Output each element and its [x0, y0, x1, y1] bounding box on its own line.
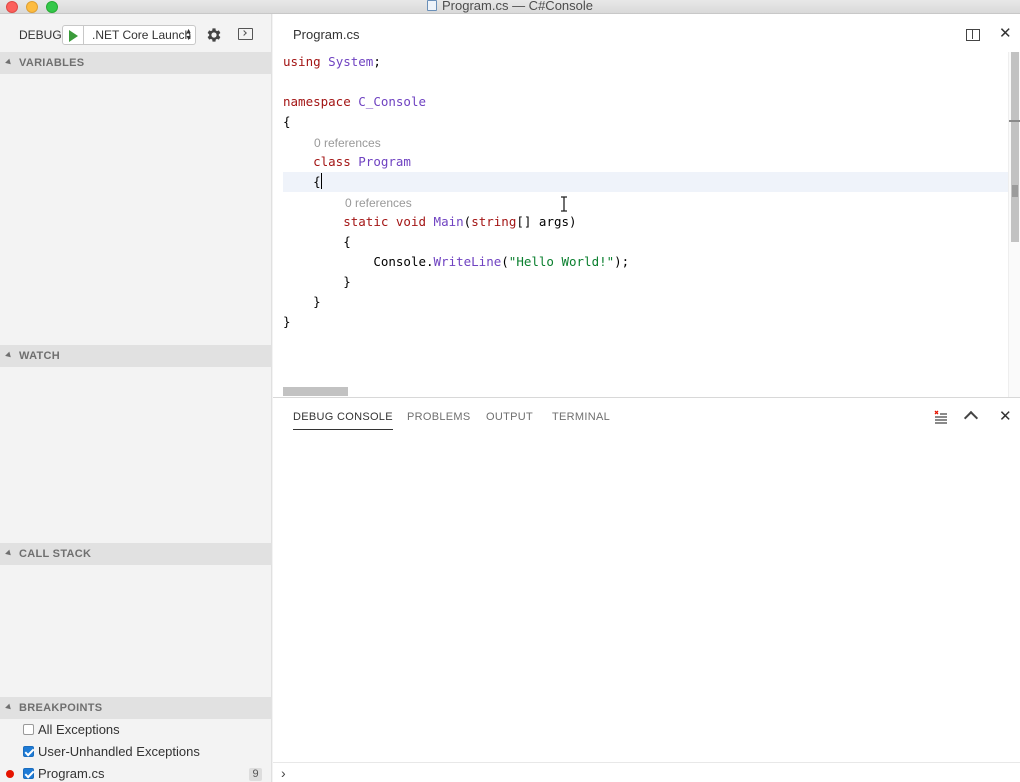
watch-section-header[interactable]: WATCH [0, 345, 272, 367]
breakpoint-label: Program.cs [38, 766, 105, 781]
title-bar: Program.cs — C#Console [0, 0, 1020, 14]
user-unhandled-checkbox[interactable] [23, 746, 34, 757]
caret-down-icon [5, 549, 13, 558]
variables-section-header[interactable]: VARIABLES [0, 52, 272, 74]
editor-tab-program-cs[interactable]: Program.cs [293, 27, 359, 42]
repl-prompt-icon: › [281, 765, 286, 781]
code-line-4: { [283, 114, 291, 129]
breakpoint-label: User-Unhandled Exceptions [38, 744, 200, 759]
code-line-10: } [343, 274, 351, 289]
breakpoint-dot-icon [6, 770, 14, 778]
breakpoint-label: All Exceptions [38, 722, 120, 737]
code-line-3: namespace C_Console [283, 94, 426, 109]
code-line-11: } [313, 294, 321, 309]
caret-down-icon [5, 703, 13, 712]
all-exceptions-checkbox[interactable] [23, 724, 34, 735]
start-debugging-button[interactable] [62, 25, 84, 45]
tab-problems[interactable]: PROBLEMS [407, 411, 471, 423]
call-stack-title: CALL STACK [19, 548, 92, 560]
window-title: Program.cs — C#Console [442, 0, 593, 13]
watch-title: WATCH [19, 350, 61, 362]
maximize-panel-icon[interactable] [963, 410, 979, 426]
breakpoint-row-all-exceptions[interactable]: All Exceptions [0, 719, 272, 741]
file-icon [427, 0, 437, 11]
select-arrows-icon: ▲ ▼ [185, 28, 192, 42]
overview-ruler-marker [1012, 185, 1018, 197]
editor-vertical-scrollbar[interactable] [1008, 52, 1020, 397]
clear-console-icon[interactable] [934, 410, 948, 424]
variables-title: VARIABLES [19, 57, 85, 69]
breakpoint-row-program-cs[interactable]: Program.cs 9 [0, 763, 272, 782]
breakpoints-title: BREAKPOINTS [19, 702, 103, 714]
tab-output[interactable]: OUTPUT [486, 411, 533, 423]
code-line-8: { [343, 234, 351, 249]
code-line-12: } [283, 314, 291, 329]
tab-terminal[interactable]: TERMINAL [552, 411, 610, 423]
code-line-7: static void Main(string[] args) [343, 214, 577, 229]
launch-config-value: .NET Core Launch (console) [92, 28, 195, 42]
code-line-9: Console.WriteLine("Hello World!"); [373, 254, 630, 269]
overview-ruler-marker [1009, 120, 1020, 122]
code-lens-references[interactable]: 0 references [345, 193, 412, 213]
program-cs-breakpoint-checkbox[interactable] [23, 768, 34, 779]
debug-sidebar: DEBUG .NET Core Launch (console) ▲▼ VARI… [0, 14, 272, 782]
split-editor-icon[interactable] [966, 29, 980, 41]
current-line-highlight [283, 172, 1008, 192]
code-line-6: { [313, 173, 323, 189]
mouse-ibeam-icon [561, 196, 567, 212]
code-line-1: using System; [283, 54, 381, 69]
open-console-icon[interactable] [238, 28, 253, 40]
launch-config-select[interactable]: .NET Core Launch (console) ▲▼ [84, 25, 196, 45]
window-title-container: Program.cs — C#Console [0, 0, 1020, 13]
code-editor[interactable]: using System; namespace C_Console { 0 re… [273, 52, 1008, 392]
bottom-panel: DEBUG CONSOLE PROBLEMS OUTPUT TERMINAL ✕… [273, 397, 1020, 782]
editor-tab-bar: Program.cs ✕ [273, 14, 1020, 52]
call-stack-section-header[interactable]: CALL STACK [0, 543, 272, 565]
play-icon [69, 30, 78, 42]
close-panel-icon[interactable]: ✕ [999, 409, 1012, 424]
repl-input[interactable]: › [273, 762, 1020, 782]
tab-debug-console[interactable]: DEBUG CONSOLE [293, 411, 393, 430]
caret-down-icon [5, 58, 13, 67]
caret-down-icon [5, 351, 13, 360]
breakpoints-section-header[interactable]: BREAKPOINTS [0, 697, 272, 719]
editor-horizontal-scrollbar[interactable] [283, 387, 348, 396]
code-lens-references[interactable]: 0 references [314, 133, 381, 153]
breakpoint-row-user-unhandled[interactable]: User-Unhandled Exceptions [0, 741, 272, 763]
debug-title: DEBUG [19, 28, 62, 42]
gear-icon[interactable] [205, 26, 223, 44]
debug-toolbar: DEBUG .NET Core Launch (console) ▲▼ [0, 14, 272, 54]
editor-area: Program.cs ✕ using System; namespace C_C… [273, 14, 1020, 397]
text-cursor [320, 173, 323, 189]
scrollbar-thumb[interactable] [1011, 52, 1019, 242]
code-line-5: class Program [313, 154, 411, 169]
breakpoint-line-badge: 9 [249, 768, 262, 781]
close-editor-icon[interactable]: ✕ [999, 26, 1012, 41]
